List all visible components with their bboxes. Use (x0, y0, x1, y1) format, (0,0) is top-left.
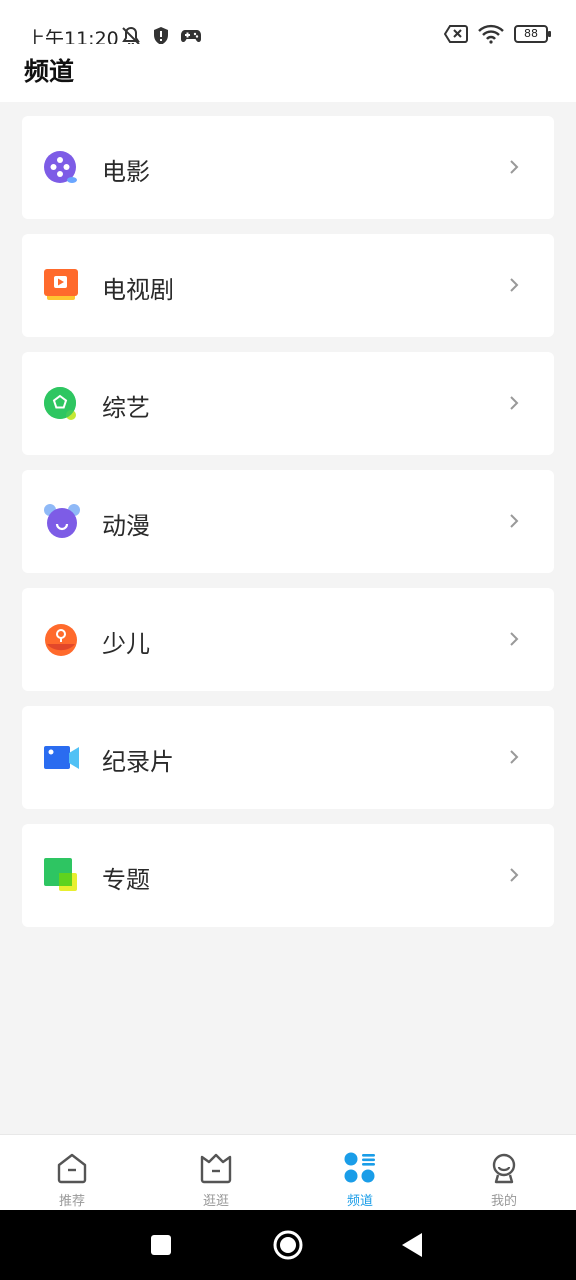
channel-item-variety[interactable]: 综艺 (22, 352, 554, 455)
channel-label: 动漫 (102, 512, 150, 540)
system-nav-bar (0, 1210, 576, 1280)
home-circle-icon[interactable] (272, 1229, 304, 1261)
channel-label: 电视剧 (102, 276, 174, 304)
chevron-right-icon (510, 514, 519, 528)
kids-icon (45, 624, 77, 656)
tab-label: 逛逛 (202, 1194, 229, 1209)
profile-icon (492, 1153, 516, 1184)
channel-item-kids[interactable]: 少儿 (22, 588, 554, 691)
bottom-tab-bar: 推荐 逛逛 频道 我的 (0, 1134, 576, 1210)
chevron-right-icon (510, 278, 519, 292)
channel-item-tv-series[interactable]: 电视剧 (22, 234, 554, 337)
tab-label: 频道 (346, 1194, 373, 1209)
channel-label: 少儿 (102, 630, 150, 658)
channel-label: 专题 (102, 866, 150, 894)
variety-star-icon (44, 387, 76, 420)
topic-squares-icon (44, 858, 77, 891)
chevron-right-icon (510, 868, 519, 882)
status-right-icons: 88 (444, 24, 551, 44)
video-camera-icon (44, 746, 79, 769)
tab-label: 推荐 (58, 1194, 85, 1209)
back-triangle-icon[interactable] (400, 1232, 424, 1258)
channel-label: 纪录片 (102, 748, 174, 776)
channel-list: 电影 电视剧 综艺 动漫 少儿 纪录片 专题 (22, 116, 554, 942)
tab-label: 我的 (490, 1194, 517, 1209)
tab-browse[interactable]: 逛逛 (144, 1135, 288, 1210)
home-icon (57, 1153, 87, 1184)
basket-icon (200, 1153, 232, 1184)
chevron-right-icon (510, 632, 519, 646)
shield-alert-icon (154, 27, 168, 45)
tab-profile[interactable]: 我的 (432, 1135, 576, 1210)
chevron-right-icon (510, 160, 519, 174)
tv-play-icon (44, 269, 78, 300)
page-title: 频道 (24, 57, 75, 86)
recents-square-icon[interactable] (150, 1234, 172, 1256)
channel-item-topics[interactable]: 专题 (22, 824, 554, 927)
tab-recommend[interactable]: 推荐 (0, 1135, 144, 1210)
battery-indicator: 88 (514, 25, 551, 43)
sim-x-icon (444, 25, 468, 43)
film-reel-icon (44, 151, 77, 183)
header: 频道 (0, 44, 576, 102)
channel-grid-icon (344, 1152, 375, 1183)
channel-item-documentary[interactable]: 纪录片 (22, 706, 554, 809)
chevron-right-icon (510, 750, 519, 764)
chevron-right-icon (510, 396, 519, 410)
channel-item-anime[interactable]: 动漫 (22, 470, 554, 573)
channel-label: 综艺 (102, 394, 150, 422)
anime-bear-icon (44, 504, 80, 538)
tab-channels[interactable]: 频道 (288, 1135, 432, 1210)
channel-label: 电影 (102, 158, 150, 186)
wifi-icon (478, 24, 504, 44)
gamepad-icon (181, 30, 201, 42)
channel-item-movie[interactable]: 电影 (22, 116, 554, 219)
